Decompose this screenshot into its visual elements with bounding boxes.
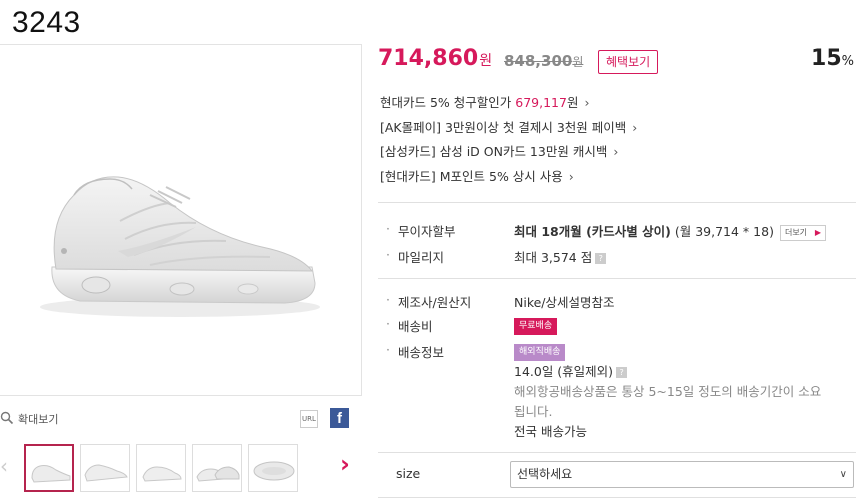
bullet: ·: [386, 221, 390, 236]
promo-item[interactable]: [삼성카드] 삼성 iD ON카드 13만원 캐시백 ›: [380, 141, 850, 166]
more-button-label: 더보기: [784, 227, 808, 237]
installment-detail: (월 39,714 * 18): [674, 224, 774, 239]
chevron-down-icon: ∨: [839, 469, 847, 480]
sale-price-unit: 원: [479, 53, 493, 69]
bullet: ·: [386, 292, 390, 307]
thumbnail-5[interactable]: [248, 444, 298, 492]
product-main-image[interactable]: [0, 44, 362, 396]
size-label: size: [396, 466, 421, 481]
thumbnail-1[interactable]: [24, 444, 74, 492]
thumbnail-shoe-angle-image: [84, 464, 128, 482]
thumbnail-shoe-sole-image: [253, 461, 295, 481]
bullet: ·: [386, 316, 390, 331]
divider: [378, 278, 856, 279]
shipping-area: 전국 배송가능: [514, 424, 587, 439]
mileage-row: · 마일리지 최대 3,574 점?: [386, 247, 856, 273]
discount-value: 15: [811, 46, 842, 71]
thumbnail-next-button[interactable]: ›: [340, 450, 350, 478]
overseas-shipping-badge: 해외직배송: [514, 344, 566, 361]
divider: [378, 452, 856, 453]
divider: [378, 202, 856, 203]
benefit-view-button[interactable]: 혜택보기: [598, 50, 659, 74]
chevron-right-icon: ›: [584, 95, 590, 110]
installment-row: · 무이자할부 최대 18개월 (카드사별 상이) (월 39,714 * 18…: [386, 221, 856, 247]
chevron-right-icon: ›: [568, 168, 574, 184]
shipping-info-row: · 배송정보 해외직배송 14.0일 (휴일제외)? 해외항공배송상품은 통상 …: [386, 342, 856, 452]
maker-label: 제조사/원산지: [398, 295, 472, 310]
magnifier-icon[interactable]: [0, 411, 14, 425]
discount-rate: 15%: [811, 46, 854, 71]
maker-value: Nike/상세설명참조: [514, 295, 615, 310]
original-price-unit: 원: [572, 55, 584, 69]
payment-info: · 무이자할부 최대 18개월 (카드사별 상이) (월 39,714 * 18…: [386, 221, 856, 273]
installment-label: 무이자할부: [398, 224, 456, 239]
chevron-right-icon: ›: [613, 144, 619, 159]
shipping-fee-value: 무료배송: [514, 316, 558, 335]
play-right-icon: ▶: [814, 227, 822, 237]
facebook-share-button[interactable]: f: [330, 408, 349, 428]
original-price: 848,300원: [504, 52, 583, 70]
copy-url-button[interactable]: URL: [300, 410, 318, 428]
shipping-info: · 제조사/원산지 Nike/상세설명참조 · 배송비 무료배송 · 배송정보 …: [386, 292, 856, 452]
maker-row: · 제조사/원산지 Nike/상세설명참조: [386, 292, 856, 316]
zoom-link[interactable]: 확대보기: [18, 411, 58, 427]
size-selected-value: 선택하세요: [517, 467, 573, 481]
installment-bold: 최대 18개월 (카드사별 상이): [514, 224, 671, 239]
shipping-info-value: 해외직배송 14.0일 (휴일제외)? 해외항공배송상품은 통상 5~15일 정…: [514, 342, 854, 442]
shipping-fee-row: · 배송비 무료배송: [386, 316, 856, 342]
size-option-row: size 선택하세요 ∨: [378, 454, 856, 494]
chevron-right-icon: ›: [632, 119, 638, 135]
promo-text: [AK몰페이] 3만원이상 첫 결제시 3천원 페이백: [380, 119, 627, 135]
installment-value: 최대 18개월 (카드사별 상이) (월 39,714 * 18) 더보기 ▶: [514, 221, 827, 241]
thumbnail-shoe-side-image: [31, 465, 71, 483]
promo-highlight: 679,117: [515, 95, 567, 110]
shipping-days: 14.0일 (휴일제외): [514, 364, 614, 379]
promo-item[interactable]: 현대카드 5% 청구할인가 679,117원 ›: [380, 92, 850, 117]
sneaker-image: [40, 176, 320, 317]
shipping-note-line2: 됩니다.: [514, 404, 553, 419]
page-id-label: 3243: [12, 6, 81, 39]
promo-text: [현대카드] M포인트 5% 상시 사용: [380, 168, 563, 184]
promo-text: 현대카드 5% 청구할인가: [380, 95, 516, 110]
sale-price-value: 714,860: [378, 46, 479, 71]
promo-item[interactable]: [현대카드] M포인트 5% 상시 사용 ›: [380, 166, 850, 191]
mileage-label: 마일리지: [398, 250, 445, 265]
divider: [378, 497, 856, 498]
thumbnail-3[interactable]: [136, 444, 186, 492]
mileage-value: 최대 3,574 점?: [514, 247, 607, 266]
thumbnail-4[interactable]: [192, 444, 242, 492]
mileage-text: 최대 3,574 점: [514, 250, 593, 265]
promo-item[interactable]: [AK몰페이] 3만원이상 첫 결제시 3천원 페이백 ›: [380, 117, 850, 142]
thumbnail-shoe-pair-image: [196, 466, 240, 482]
original-price-value: 848,300: [504, 52, 573, 70]
sale-price: 714,860원: [378, 46, 492, 71]
thumbnail-shoe-medial-image: [142, 466, 182, 482]
discount-unit: %: [841, 54, 854, 69]
promo-suffix: 원: [566, 95, 579, 110]
help-icon[interactable]: ?: [616, 367, 628, 378]
thumbnail-strip: ‹ ›: [0, 440, 362, 496]
thumbnail-prev-button[interactable]: ‹: [0, 454, 10, 478]
free-shipping-badge: 무료배송: [514, 318, 558, 335]
help-icon[interactable]: ?: [595, 253, 607, 264]
bullet: ·: [386, 342, 390, 357]
shipping-note-line1: 해외항공배송상품은 통상 5~15일 정도의 배송기간이 소요: [514, 384, 822, 399]
size-select[interactable]: 선택하세요 ∨: [510, 461, 854, 488]
promo-list: 현대카드 5% 청구할인가 679,117원 › [AK몰페이] 3만원이상 첫 …: [380, 92, 850, 190]
shipping-info-label: 배송정보: [398, 345, 445, 360]
shipping-fee-label: 배송비: [398, 319, 433, 334]
thumbnail-2[interactable]: [80, 444, 130, 492]
promo-text: [삼성카드] 삼성 iD ON카드 13만원 캐시백: [380, 144, 608, 159]
installment-more-button[interactable]: 더보기 ▶: [779, 224, 827, 241]
bullet: ·: [386, 247, 390, 262]
